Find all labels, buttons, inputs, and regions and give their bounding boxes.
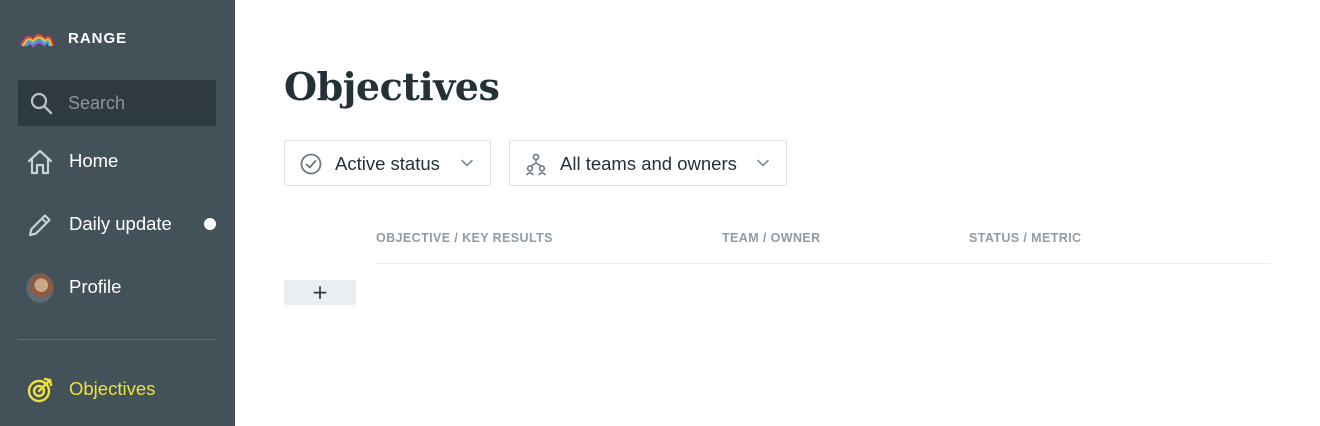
target-icon — [26, 376, 54, 404]
chevron-down-icon — [461, 159, 473, 167]
column-header-status: STATUS / METRIC — [969, 231, 1082, 245]
rainbow-logo — [20, 34, 54, 48]
search-input[interactable] — [68, 92, 198, 114]
brand[interactable]: RANGE — [19, 26, 127, 50]
home-icon — [26, 148, 54, 176]
teams-filter-dropdown[interactable]: All teams and owners — [509, 140, 787, 186]
notification-dot — [204, 218, 216, 230]
teams-filter-label: All teams and owners — [560, 153, 737, 174]
avatar — [26, 273, 54, 303]
sidebar-item-objectives[interactable]: Objectives — [0, 364, 235, 414]
sidebar-item-home[interactable]: Home — [0, 136, 235, 186]
page-title: Objectives — [284, 64, 500, 109]
brand-name: RANGE — [68, 29, 128, 47]
search-box[interactable] — [18, 80, 216, 126]
sidebar-item-label: Objectives — [69, 378, 156, 399]
column-header-team: TEAM / OWNER — [722, 231, 821, 245]
sidebar-item-label: Profile — [69, 276, 122, 297]
column-header-objective: OBJECTIVE / KEY RESULTS — [376, 231, 553, 245]
check-circle-icon — [300, 153, 322, 175]
team-icon — [525, 153, 547, 176]
status-filter-label: Active status — [335, 153, 440, 174]
sidebar-item-profile[interactable]: Profile — [0, 262, 235, 312]
pencil-icon — [26, 211, 54, 239]
sidebar-divider — [18, 339, 216, 340]
sidebar: RANGE Home Daily update P — [0, 0, 235, 426]
sidebar-item-daily-update[interactable]: Daily update — [0, 199, 235, 249]
status-filter-dropdown[interactable]: Active status — [284, 140, 491, 186]
add-objective-button[interactable]: + — [284, 280, 356, 305]
chevron-down-icon — [757, 159, 769, 167]
avatar-wrap — [26, 273, 54, 303]
search-icon — [30, 92, 53, 115]
sidebar-item-label: Daily update — [69, 213, 172, 234]
sidebar-item-label: Home — [69, 150, 119, 171]
table-header-divider — [376, 263, 1271, 264]
